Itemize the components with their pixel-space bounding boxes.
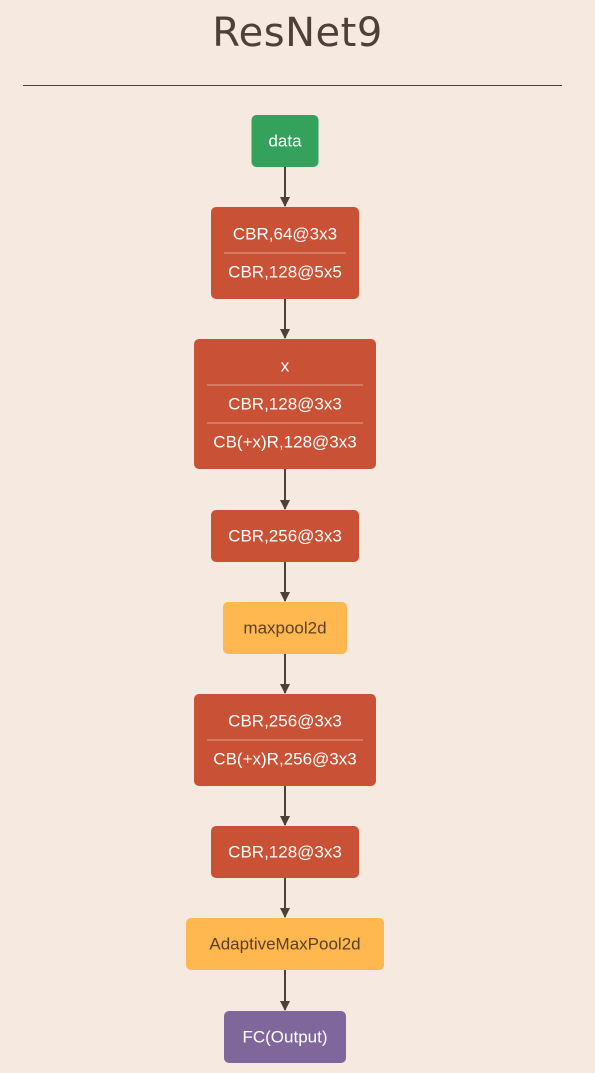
node-data: data (251, 115, 319, 167)
node-res2: CBR,256@3x3 CB(+x)R,256@3x3 (194, 694, 376, 786)
node-label-res2-0: CBR,256@3x3 (228, 712, 342, 731)
node-layer3: CBR,128@3x3 (211, 826, 359, 878)
node-label-prep-1: CBR,128@5x5 (228, 263, 342, 282)
node-label-pool2-0: AdaptiveMaxPool2d (209, 935, 360, 954)
node-pool1: maxpool2d (223, 602, 347, 654)
node-output: FC(Output) (224, 1011, 346, 1063)
node-label-layer2-0: CBR,256@3x3 (228, 527, 342, 546)
node-label-res1-2: CB(+x)R,128@3x3 (213, 433, 356, 452)
node-label-pool1-0: maxpool2d (243, 619, 326, 638)
node-label-res2-1: CB(+x)R,256@3x3 (213, 750, 356, 769)
node-label-output-0: FC(Output) (242, 1028, 327, 1047)
node-label-res1-1: CBR,128@3x3 (228, 395, 342, 414)
node-pool2: AdaptiveMaxPool2d (186, 918, 384, 970)
node-layer2: CBR,256@3x3 (211, 510, 359, 562)
network-diagram: data CBR,64@3x3 CBR,128@5x5 x CBR,128@3x3 CB(… (186, 115, 384, 1063)
node-prep: CBR,64@3x3 CBR,128@5x5 (211, 207, 359, 299)
node-label-data-0: data (268, 132, 302, 151)
node-res1: x CBR,128@3x3 CB(+x)R,128@3x3 (194, 339, 376, 469)
node-label-prep-0: CBR,64@3x3 (233, 225, 337, 244)
node-label-layer3-0: CBR,128@3x3 (228, 843, 342, 862)
node-label-res1-0: x (281, 357, 290, 376)
